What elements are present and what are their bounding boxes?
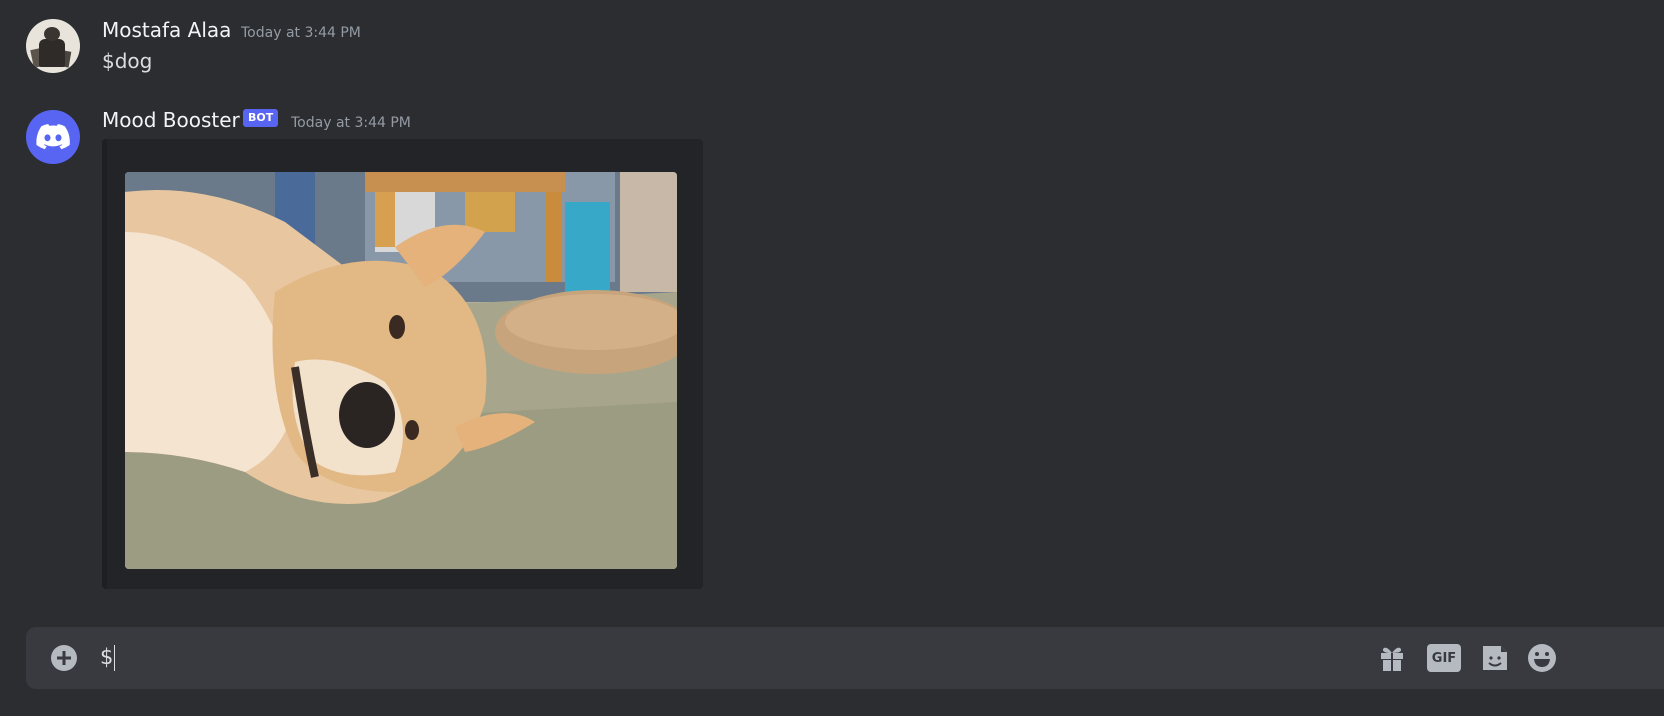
timestamp: Today at 3:44 PM [291, 115, 411, 131]
sticker-icon[interactable] [1479, 642, 1511, 674]
gift-icon[interactable] [1376, 642, 1408, 674]
dog-photo [125, 172, 677, 569]
text-caret [114, 645, 116, 671]
discord-logo-icon [36, 124, 70, 150]
message-text: $dog [102, 49, 153, 73]
emoji-icon[interactable] [1526, 642, 1558, 674]
plus-circle-icon[interactable] [50, 644, 78, 672]
gif-icon[interactable]: GIF [1427, 644, 1461, 672]
username[interactable]: Mood Booster [102, 108, 240, 132]
timestamp: Today at 3:44 PM [241, 25, 361, 41]
bot-avatar[interactable] [26, 110, 80, 164]
bot-badge: BOT [243, 109, 279, 127]
message-embed [102, 139, 703, 589]
embed-image[interactable] [125, 172, 677, 569]
message-input[interactable]: $ [100, 645, 116, 671]
message-composer[interactable]: $ GIF [26, 627, 1664, 689]
message-input-value: $ [100, 645, 114, 669]
user-avatar[interactable] [26, 19, 80, 73]
username[interactable]: Mostafa Alaa [102, 18, 231, 42]
gif-label: GIF [1431, 650, 1457, 666]
